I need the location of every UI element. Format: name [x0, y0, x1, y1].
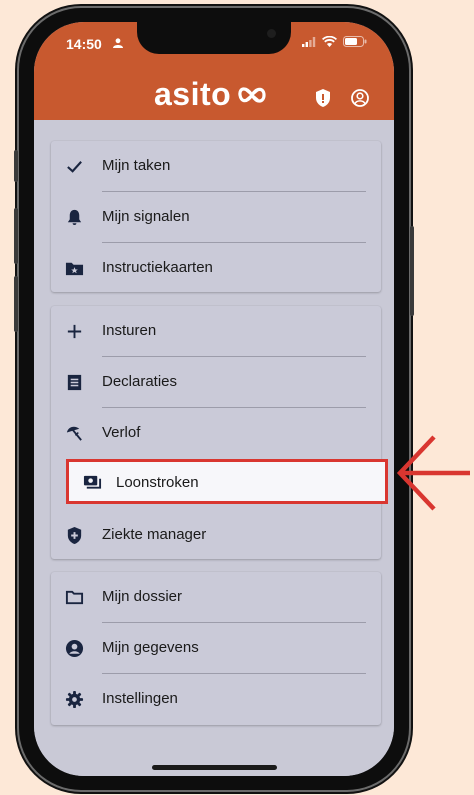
- shield-alert-icon[interactable]: [313, 88, 333, 108]
- mute-switch: [14, 150, 18, 182]
- menu-item-mijn-signalen[interactable]: Mijn signalen: [51, 192, 381, 243]
- menu-item-label: Ziekte manager: [102, 526, 207, 543]
- logo-text: asito: [154, 76, 232, 112]
- menu-item-label: Insturen: [102, 322, 157, 339]
- menu-item-instructiekaarten[interactable]: Instructiekaarten: [51, 243, 381, 294]
- menu-card-submissions: Insturen Declaraties Verlof Loonstroken …: [51, 306, 388, 561]
- menu-item-loonstroken[interactable]: Loonstroken: [66, 459, 388, 504]
- screen: 14:50 asito Mijn taken Mijn signalen Ins…: [34, 22, 394, 776]
- menu-content: Mijn taken Mijn signalen Instructiekaart…: [34, 120, 394, 776]
- folder-star-icon: [65, 262, 84, 276]
- menu-item-label: Instructiekaarten: [102, 259, 213, 276]
- beach-umbrella-icon: [66, 426, 82, 441]
- menu-item-label: Mijn gegevens: [102, 639, 199, 656]
- menu-card-tasks: Mijn taken Mijn signalen Instructiekaart…: [51, 141, 381, 292]
- menu-item-label: Declaraties: [102, 373, 178, 390]
- payslip-icon: [83, 475, 102, 489]
- menu-item-label: Instellingen: [102, 690, 178, 707]
- app-header: 14:50 asito: [34, 22, 394, 120]
- person-icon: [113, 38, 123, 48]
- menu-item-declaraties[interactable]: Declaraties: [51, 357, 381, 408]
- menu-item-insturen[interactable]: Insturen: [51, 306, 381, 357]
- account-circle-icon: [65, 639, 84, 658]
- bell-icon: [67, 209, 82, 225]
- menu-item-label: Loonstroken: [116, 474, 199, 491]
- volume-up-button: [14, 208, 18, 264]
- account-icon[interactable]: [350, 88, 370, 108]
- menu-item-label: Verlof: [102, 424, 141, 441]
- camera-dot: [267, 29, 276, 38]
- status-time: 14:50: [66, 36, 102, 52]
- wifi-icon: [322, 36, 337, 47]
- menu-item-label: Mijn signalen: [102, 208, 190, 225]
- receipt-icon: [67, 374, 82, 391]
- logo-knot-icon: [238, 86, 266, 103]
- red-arrow-icon: [396, 435, 470, 511]
- menu-item-mijn-taken[interactable]: Mijn taken: [51, 141, 381, 192]
- check-icon: [67, 161, 82, 173]
- menu-item-label: Mijn dossier: [102, 588, 183, 605]
- menu-item-instellingen[interactable]: Instellingen: [51, 674, 381, 725]
- menu-item-verlof[interactable]: Verlof: [51, 408, 381, 459]
- menu-item-label: Mijn taken: [102, 157, 171, 174]
- menu-item-mijn-dossier[interactable]: Mijn dossier: [51, 572, 381, 623]
- home-indicator[interactable]: [152, 765, 277, 770]
- menu-card-profile: Mijn dossier Mijn gegevens Instellingen: [51, 572, 381, 725]
- battery-icon: [343, 36, 367, 47]
- plus-icon: [67, 324, 82, 339]
- volume-down-button: [14, 276, 18, 332]
- gear-icon: [65, 690, 84, 709]
- notch: [137, 22, 291, 54]
- folder-icon: [65, 590, 84, 605]
- menu-item-ziekte-manager[interactable]: Ziekte manager: [51, 510, 381, 561]
- status-icons: [302, 36, 367, 47]
- shield-plus-icon: [67, 526, 82, 545]
- highlight-slot: Loonstroken: [51, 459, 388, 510]
- phone-frame: 14:50 asito Mijn taken Mijn signalen Ins…: [14, 8, 414, 790]
- signal-icon: [302, 36, 316, 47]
- asito-logo: asito: [154, 76, 267, 113]
- power-button: [410, 226, 414, 316]
- menu-item-mijn-gegevens[interactable]: Mijn gegevens: [51, 623, 381, 674]
